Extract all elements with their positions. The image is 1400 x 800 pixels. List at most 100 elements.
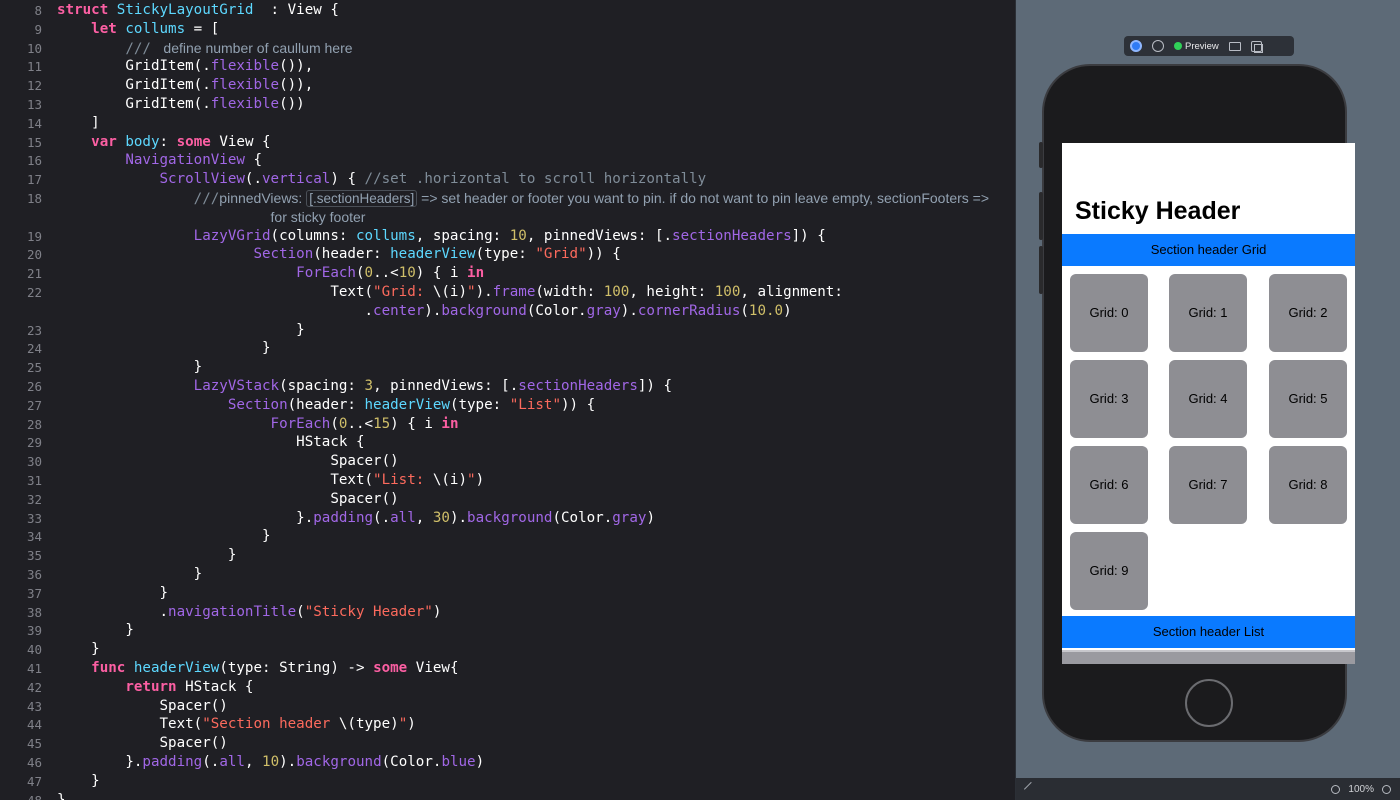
code-line[interactable]: 34 } — [0, 527, 1015, 546]
code-line[interactable]: 23 } — [0, 321, 1015, 340]
code-line[interactable]: 48} — [0, 791, 1015, 800]
code-line[interactable]: 11 GridItem(.flexible()), — [0, 57, 1015, 76]
zoom-out-icon[interactable] — [1331, 784, 1341, 794]
code-line[interactable]: 32 Spacer() — [0, 490, 1015, 509]
code-line[interactable]: 40 } — [0, 640, 1015, 659]
line-number: 20 — [26, 247, 42, 263]
code-token: ( — [296, 603, 305, 620]
code-line[interactable]: 17 ScrollView(.vertical) { //set .horizo… — [0, 170, 1015, 189]
line-number: 18 — [26, 191, 42, 206]
code-token: \(type) — [338, 716, 399, 733]
code-text: } — [57, 791, 66, 800]
code-line[interactable]: for sticky footer — [0, 208, 1015, 227]
code-line[interactable]: 29 HStack { — [0, 433, 1015, 452]
code-token: flexible — [210, 96, 280, 112]
line-number: 26 — [26, 379, 42, 394]
code-line[interactable]: 43 Spacer() — [0, 697, 1015, 716]
zoom-level[interactable]: 100% — [1348, 784, 1374, 795]
code-text: .navigationTitle("Sticky Header") — [57, 603, 441, 622]
code-line[interactable]: 18 ///pinnedViews: [.sectionHeaders] => … — [0, 189, 1015, 208]
code-line[interactable]: 46 }.padding(.all, 10).background(Color.… — [0, 753, 1015, 772]
code-token: some — [373, 660, 416, 676]
code-line[interactable]: 36 } — [0, 565, 1015, 584]
code-line[interactable]: 39 } — [0, 621, 1015, 640]
line-number: 41 — [26, 661, 42, 676]
code-line[interactable]: 24 } — [0, 339, 1015, 358]
zoom-in-icon[interactable] — [1382, 784, 1391, 794]
code-token: pinnedViews: — [219, 190, 307, 206]
preview-button[interactable]: Preview — [1174, 41, 1219, 52]
code-line[interactable]: 14 ] — [0, 114, 1015, 133]
duplicate-preview-icon[interactable] — [1250, 40, 1263, 53]
grid-cell: Grid: 7 — [1169, 446, 1247, 524]
code-token: padding — [142, 754, 203, 770]
home-button[interactable] — [1185, 679, 1233, 727]
code-line[interactable]: 20 Section(header: headerView(type: "Gri… — [0, 245, 1015, 264]
code-token: 30 — [432, 509, 450, 526]
code-line[interactable]: 15 var body: some View { — [0, 133, 1015, 152]
code-token: ..< — [347, 415, 374, 432]
code-line[interactable]: 22 Text("Grid: \(i)").frame(width: 100, … — [0, 283, 1015, 302]
code-line[interactable]: 28 ForEach(0..<15) { i in — [0, 415, 1015, 434]
code-line[interactable]: 26 LazyVStack(spacing: 3, pinnedViews: [… — [0, 377, 1015, 396]
code-token: , — [244, 754, 263, 770]
code-line[interactable]: 35 } — [0, 546, 1015, 565]
code-line[interactable]: 33 }.padding(.all, 30).background(Color.… — [0, 509, 1015, 528]
code-token: ( — [740, 302, 749, 319]
code-token: ). — [449, 509, 468, 526]
code-line[interactable]: 30 Spacer() — [0, 452, 1015, 471]
live-preview-icon[interactable] — [1130, 40, 1142, 52]
code-line[interactable]: 12 GridItem(.flexible()), — [0, 76, 1015, 95]
code-line[interactable]: .center).background(Color.gray).cornerRa… — [0, 302, 1015, 321]
code-token: => set header or footer you want to pin.… — [417, 190, 990, 206]
code-token: } — [57, 772, 100, 789]
code-line[interactable]: 38 .navigationTitle("Sticky Header") — [0, 603, 1015, 622]
navigation-title: Sticky Header — [1075, 197, 1241, 225]
code-token: HStack { — [57, 434, 365, 451]
code-line[interactable]: 31 Text("List: \(i)") — [0, 471, 1015, 490]
code-line[interactable]: 27 Section(header: headerView(type: "Lis… — [0, 396, 1015, 415]
code-line[interactable]: 45 Spacer() — [0, 734, 1015, 753]
code-line[interactable]: 8 struct StickyLayoutGrid : View { — [0, 1, 1015, 20]
code-line[interactable]: 42 return HStack { — [0, 678, 1015, 697]
code-line[interactable]: 9 let collums = [ — [0, 20, 1015, 39]
line-number: 23 — [26, 322, 42, 338]
line-number: 8 — [34, 3, 42, 18]
device-settings-icon[interactable] — [1228, 41, 1241, 51]
code-token: , pinnedViews: [. — [526, 227, 673, 244]
code-token: "Grid: — [373, 284, 433, 300]
code-editor[interactable]: 8 struct StickyLayoutGrid : View {9 let c… — [0, 0, 1015, 800]
code-token: "List: — [373, 472, 433, 488]
code-line[interactable]: 10 /// define number of caullum here — [0, 39, 1015, 58]
code-token: ]) { — [637, 378, 673, 394]
code-line[interactable]: 16 NavigationView { — [0, 151, 1015, 170]
code-token: "Section header — [202, 716, 339, 733]
device-screen[interactable]: Sticky Header Section header Grid Grid: … — [1062, 143, 1355, 664]
code-line[interactable]: 13 GridItem(.flexible()) — [0, 95, 1015, 114]
code-text: } — [57, 339, 271, 358]
code-line[interactable]: 21 ForEach(0..<10) { i in — [0, 264, 1015, 283]
code-text: Text("Grid: \(i)").frame(width: 100, hei… — [57, 283, 843, 302]
code-token: define number of caullum here — [159, 39, 353, 56]
line-number: 9 — [34, 21, 42, 37]
code-token: (columns: — [270, 227, 356, 244]
code-token: ) — [432, 603, 442, 620]
pin-icon[interactable] — [1023, 781, 1039, 797]
preview-canvas[interactable]: Preview Sticky Header Section header Gri… — [1015, 0, 1400, 800]
code-line[interactable]: 44 Text("Section header \(type)") — [0, 715, 1015, 734]
code-token: }. — [57, 754, 143, 770]
code-line[interactable]: 37 } — [0, 584, 1015, 603]
code-line[interactable]: 41 func headerView(type: String) -> some… — [0, 659, 1015, 678]
inspect-icon[interactable] — [1152, 40, 1164, 52]
code-text: } — [57, 640, 100, 659]
volume-down-button — [1039, 246, 1043, 294]
code-line[interactable]: 47 } — [0, 772, 1015, 791]
code-token: (Color. — [526, 302, 587, 319]
code-token: 10.0 — [748, 302, 784, 319]
code-line[interactable]: 25 } — [0, 358, 1015, 377]
code-line[interactable]: 19 LazyVGrid(columns: collums, spacing: … — [0, 227, 1015, 246]
code-token: (header: — [287, 396, 365, 413]
zoom-controls: 100% — [1331, 784, 1391, 795]
code-token: "Sticky Header" — [304, 603, 433, 620]
